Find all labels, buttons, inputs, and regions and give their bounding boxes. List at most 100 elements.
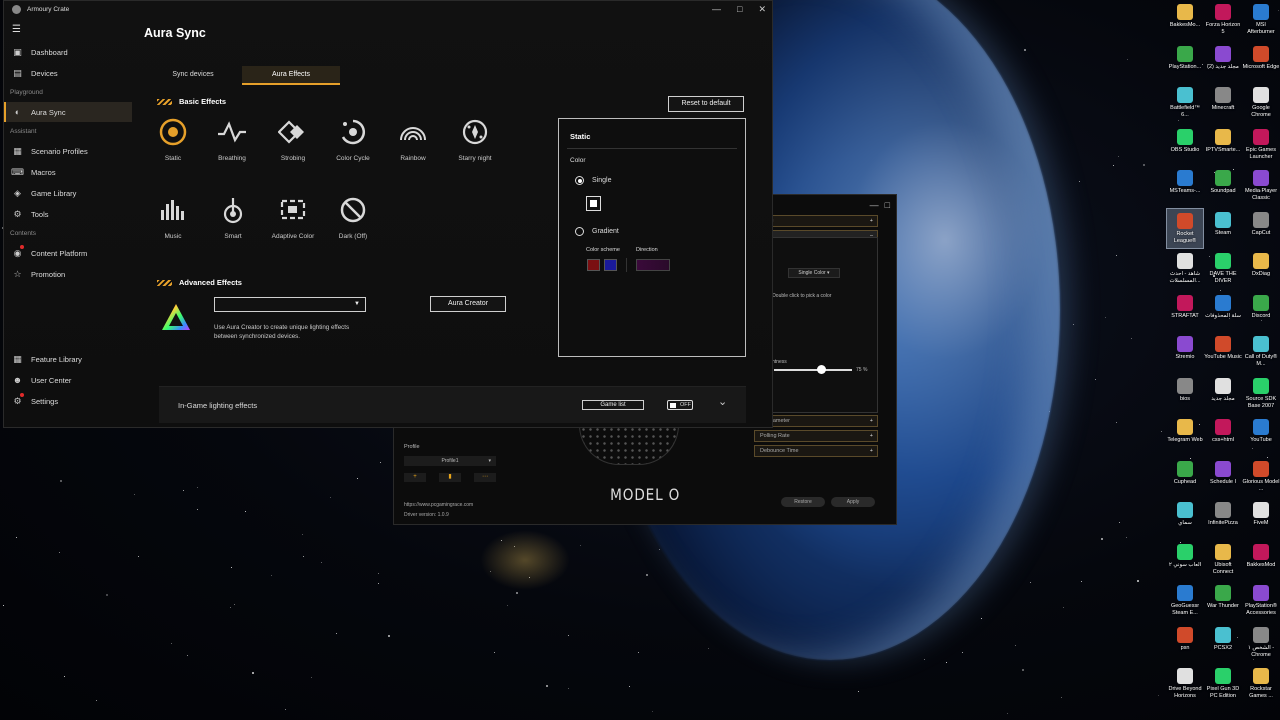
sidebar-item-tools[interactable]: ⚙ Tools (4, 204, 132, 224)
desktop-icon[interactable]: BakkesMod (1242, 540, 1280, 581)
effect-rainbow[interactable]: Rainbow (383, 117, 443, 162)
desktop-icon[interactable]: مجلد جديد (1204, 374, 1242, 415)
desktop-icon[interactable]: YouTube Music (1204, 332, 1242, 373)
desktop-icon[interactable]: Drive Beyond Horizons (1166, 664, 1204, 705)
brightness-slider-thumb[interactable] (817, 365, 826, 374)
gradient-radio[interactable] (575, 227, 584, 236)
aura-creator-button[interactable]: Aura Creator (430, 296, 506, 312)
polling-rate-bar[interactable]: Polling Rate + (754, 430, 878, 442)
add-profile-button[interactable]: + (404, 473, 426, 482)
desktop-icon[interactable]: psn (1166, 623, 1204, 664)
direction-select[interactable] (636, 259, 670, 271)
tab-aura-effects[interactable]: Aura Effects (242, 66, 340, 85)
single-radio[interactable] (575, 176, 584, 185)
desktop-icon[interactable]: DxDiag (1242, 249, 1280, 290)
desktop-icon[interactable]: OBS Studio (1166, 125, 1204, 166)
desktop-icon[interactable]: Soundpad (1204, 166, 1242, 207)
desktop-icon[interactable]: Microsoft Edge (1242, 42, 1280, 83)
desktop-icon[interactable]: Call of Duty® M... (1242, 332, 1280, 373)
sidebar-item-devices[interactable]: ▤ Devices (4, 63, 132, 83)
desktop-icon[interactable]: PlayStation® Accessories (1242, 581, 1280, 622)
minimize-icon[interactable]: — (712, 4, 721, 15)
desktop-icon[interactable]: CapCut (1242, 208, 1280, 249)
desktop-icon[interactable]: bios (1166, 374, 1204, 415)
desktop-icon[interactable]: Google Chrome (1242, 83, 1280, 124)
maximize-icon[interactable]: □ (737, 4, 742, 15)
reset-to-default-button[interactable]: Reset to default (668, 96, 744, 112)
desktop-icon[interactable]: War Thunder (1204, 581, 1242, 622)
desktop-icon[interactable]: العاب سوني ٢ (1166, 540, 1204, 581)
game-list-button[interactable]: Game list (582, 400, 644, 410)
advanced-effects-dropdown[interactable]: ▼ (214, 297, 366, 312)
mouse-window-controls[interactable]: — □ (870, 200, 890, 210)
website-link[interactable]: https://www.pcgamingrace.com (404, 502, 473, 508)
scheme-color-blue[interactable] (604, 259, 617, 271)
profile-select[interactable]: Profile1 ▾ (404, 456, 496, 466)
desktop-icon[interactable]: Media Player Classic (1242, 166, 1280, 207)
desktop-icon[interactable]: Schedule I (1204, 457, 1242, 498)
chevron-down-icon[interactable]: ⌄ (718, 395, 727, 408)
more-profile-button[interactable]: ⋯ (474, 473, 496, 482)
desktop-icon[interactable]: Steam (1204, 208, 1242, 249)
effect-dark-off[interactable]: Dark (Off) (323, 195, 383, 240)
sidebar-item-feature-library[interactable]: ▦ Feature Library (4, 349, 132, 369)
desktop-icon[interactable]: Forza Horizon 5 (1204, 0, 1242, 41)
desktop-icon[interactable]: css+html (1204, 415, 1242, 456)
desktop-icon[interactable]: Rocket League® (1166, 207, 1204, 249)
sidebar-item-user-center[interactable]: ☻ User Center (4, 370, 132, 390)
sidebar-item-aura-sync[interactable]: ◐ Aura Sync (4, 102, 132, 122)
apply-button[interactable]: Apply (831, 497, 875, 507)
desktop-icon[interactable]: PCSX2 (1204, 623, 1242, 664)
effect-music[interactable]: Music (143, 195, 203, 240)
effect-breathing[interactable]: Breathing (202, 117, 262, 162)
single-color-select[interactable]: Single Color ▾ (788, 268, 840, 278)
desktop-icon[interactable]: Pixel Gun 3D PC Edition (1204, 664, 1242, 705)
desktop-icon[interactable]: InfinitePizza (1204, 498, 1242, 539)
desktop-icon[interactable]: Minecraft (1204, 83, 1242, 124)
scheme-color-red[interactable] (587, 259, 600, 271)
desktop-icon[interactable]: Rockstar Games ... (1242, 664, 1280, 705)
desktop-icon[interactable]: Epic Games Launcher (1242, 125, 1280, 166)
desktop-icon[interactable]: (2) مجلد جديد (1204, 42, 1242, 83)
menu-icon[interactable]: ☰ (12, 24, 21, 35)
effect-starry-night[interactable]: Starry night (445, 117, 505, 162)
desktop-icon[interactable]: Battlefield™ 6... (1166, 83, 1204, 124)
tab-sync-devices[interactable]: Sync devices (144, 66, 242, 85)
desktop-icon[interactable]: Telegram Web (1166, 415, 1204, 456)
desktop-icon[interactable]: شاهد - أحدث المسلسلات... (1166, 249, 1204, 290)
desktop-icon[interactable]: STRAFTAT (1166, 291, 1204, 332)
delete-profile-button[interactable]: ▮ (439, 473, 461, 482)
desktop-icon[interactable]: Source SDK Base 2007 (1242, 374, 1280, 415)
desktop-icon[interactable]: Cuphead (1166, 457, 1204, 498)
desktop-icon[interactable]: سلة المحذوفات (1204, 291, 1242, 332)
sidebar-item-promotion[interactable]: ☆ Promotion (4, 264, 132, 284)
effect-adaptive-color[interactable]: Adaptive Color (263, 195, 323, 240)
sidebar-item-macros[interactable]: ⌨ Macros (4, 162, 132, 182)
desktop-icon[interactable]: YouTube (1242, 415, 1280, 456)
desktop-icon[interactable]: سماي (1166, 498, 1204, 539)
debounce-time-bar[interactable]: Debounce Time + (754, 445, 878, 457)
ingame-lighting-row[interactable]: In-Game lighting effects Game list OFF ⌄ (159, 386, 746, 423)
desktop-icon[interactable]: MSTeams-... (1166, 166, 1204, 207)
effect-static[interactable]: Static (143, 117, 203, 162)
restore-button[interactable]: Restore (781, 497, 825, 507)
desktop-icon[interactable]: FiveM (1242, 498, 1280, 539)
brightness-slider[interactable] (774, 369, 852, 371)
desktop-icon[interactable]: MSI Afterburner (1242, 0, 1280, 41)
effect-smart[interactable]: Smart (203, 195, 263, 240)
desktop-icon[interactable]: DAVE THE DIVER (1204, 249, 1242, 290)
close-icon[interactable]: ✕ (758, 4, 766, 15)
desktop-icon[interactable]: GeoGuessr Steam E... (1166, 581, 1204, 622)
sidebar-item-dashboard[interactable]: ▣ Dashboard (4, 42, 132, 62)
single-color-swatch[interactable] (586, 196, 601, 211)
desktop-icon[interactable]: BakkesMo... (1166, 0, 1204, 41)
desktop-icon[interactable]: Ubisoft Connect (1204, 540, 1242, 581)
desktop-icon[interactable]: Discord (1242, 291, 1280, 332)
sidebar-item-game-library[interactable]: ◈ Game Library (4, 183, 132, 203)
desktop-icon[interactable]: الشخص ١ - Chrome (1242, 623, 1280, 664)
desktop-icon[interactable]: PlayStation... (1166, 42, 1204, 83)
desktop-icon[interactable]: Stremio (1166, 332, 1204, 373)
effect-strobing[interactable]: Strobing (263, 117, 323, 162)
effect-color-cycle[interactable]: Color Cycle (323, 117, 383, 162)
desktop-icon[interactable]: IPTVSmarte... (1204, 125, 1242, 166)
